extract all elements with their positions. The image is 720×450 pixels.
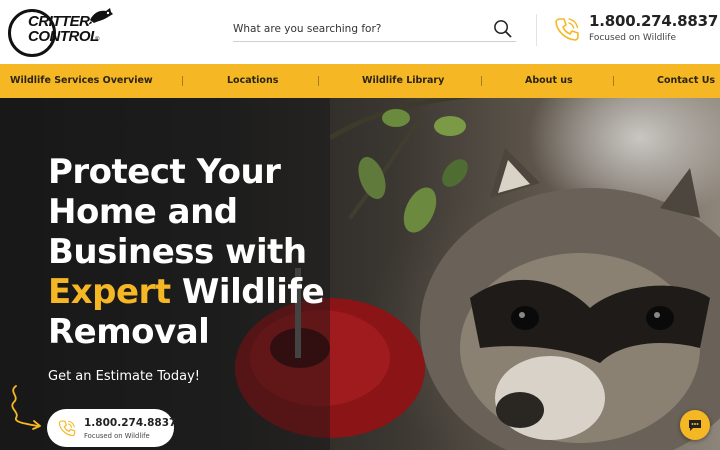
headline-line-4: Expert Wildlife <box>48 272 378 312</box>
search-input[interactable] <box>233 18 483 40</box>
nav-about-us[interactable]: About us <box>525 64 573 98</box>
headline-line-3: Business with <box>48 232 307 272</box>
nav-contact-us[interactable]: Contact Us <box>657 64 715 98</box>
chat-button[interactable] <box>680 410 710 440</box>
nav-wildlife-services-overview[interactable]: Wildlife Services Overview <box>10 64 153 98</box>
chat-bubble-icon <box>689 420 701 431</box>
hero-phone-number: 1.800.274.8837 <box>84 417 177 429</box>
nav-separator <box>481 76 482 86</box>
headline-line-2: Home and <box>48 192 238 232</box>
nav-wildlife-library[interactable]: Wildlife Library <box>362 64 444 98</box>
nav-separator <box>182 76 183 86</box>
logo-line-2: CONTROL <box>28 28 99 45</box>
header-divider <box>536 14 537 46</box>
phone-icon[interactable] <box>554 16 580 42</box>
hero-phone-tagline: Focused on Wildlife <box>84 432 150 440</box>
header-phone-number[interactable]: 1.800.274.8837 <box>589 12 718 30</box>
main-nav: Wildlife Services Overview Locations Wil… <box>0 64 720 98</box>
hero-headline: Protect Your Home and Business with Expe… <box>48 152 378 352</box>
critter-control-logo[interactable]: CRITTER CONTROL ® <box>8 6 113 58</box>
registered-mark: ® <box>95 37 100 43</box>
headline-line-1: Protect Your <box>48 152 281 192</box>
nav-separator <box>613 76 614 86</box>
headline-line-5: Removal <box>48 312 210 352</box>
search-bar <box>233 16 516 42</box>
nav-separator <box>318 76 319 86</box>
phone-icon <box>58 420 76 437</box>
headline-accent: Expert <box>48 272 171 312</box>
headline-line-4-rest: Wildlife <box>170 272 325 312</box>
curly-arrow-icon <box>11 385 41 430</box>
nav-locations[interactable]: Locations <box>227 64 278 98</box>
header-phone-tagline: Focused on Wildlife <box>589 33 677 43</box>
raccoon-logo-icon <box>88 8 113 25</box>
hero-call-button[interactable]: 1.800.274.8837 Focused on Wildlife <box>47 409 177 447</box>
search-icon[interactable] <box>493 19 512 38</box>
hero-subtitle: Get an Estimate Today! <box>48 369 201 384</box>
hero-banner: Protect Your Home and Business with Expe… <box>0 98 720 450</box>
site-header: CRITTER CONTROL ® 1.800.274.8837 Focused… <box>0 0 720 64</box>
